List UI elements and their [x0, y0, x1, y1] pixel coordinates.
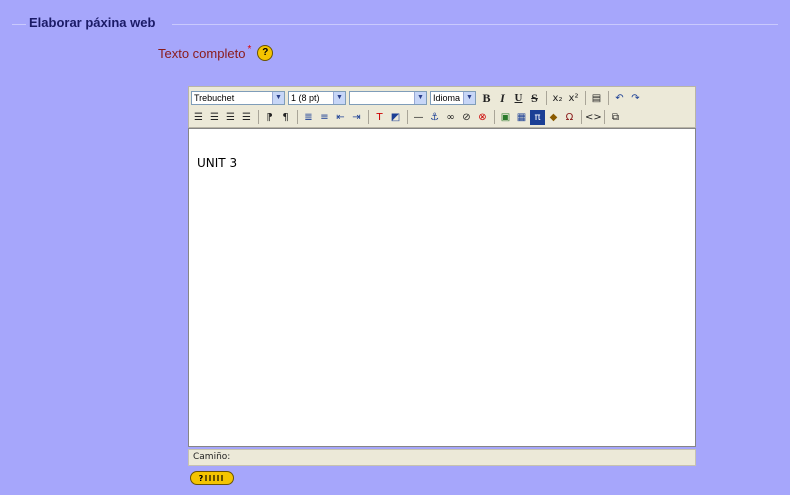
indent-icon[interactable]: ⇥	[349, 110, 364, 125]
keyboard-help-button[interactable]: ?	[190, 471, 234, 485]
clean-word-icon[interactable]: ▤	[589, 91, 604, 106]
insert-table-icon[interactable]: ▦	[514, 110, 529, 125]
align-left-icon[interactable]: ☰	[191, 110, 206, 125]
no-link-icon[interactable]: ⊗	[475, 110, 490, 125]
redo-icon[interactable]: ↷	[628, 91, 643, 106]
strikethrough-button[interactable]: S	[527, 91, 542, 106]
ltr-icon[interactable]: ⁋	[262, 110, 277, 125]
format-select[interactable]: ▼	[349, 91, 427, 105]
field-label-row: Texto completo * ?	[158, 43, 274, 61]
fieldset-border-left	[12, 24, 26, 25]
insert-image-icon[interactable]: ▣	[498, 110, 513, 125]
required-marker: *	[247, 43, 252, 55]
chevron-down-icon: ▼	[463, 92, 475, 104]
rtl-icon[interactable]: ¶	[278, 110, 293, 125]
toolbar-row-1: Trebuchet ▼ 1 (8 pt) ▼ ▼ Idioma ▼ B I U	[191, 89, 644, 107]
underline-button[interactable]: U	[511, 91, 526, 106]
toolbar-separator	[258, 110, 259, 124]
ordered-list-icon[interactable]: ≣	[301, 110, 316, 125]
editor-statusbar: Camiño:	[188, 449, 696, 466]
language-value: Idioma	[433, 93, 461, 103]
editor-toolbar: Trebuchet ▼ 1 (8 pt) ▼ ▼ Idioma ▼ B I U	[188, 86, 696, 128]
text-color-icon[interactable]: T	[372, 110, 387, 125]
toolbar-separator	[368, 110, 369, 124]
align-center-icon[interactable]: ☰	[207, 110, 222, 125]
insert-math-icon[interactable]: π	[530, 109, 545, 125]
language-select[interactable]: Idioma ▼	[430, 91, 476, 105]
editor-content-area[interactable]: UNIT 3	[188, 128, 696, 447]
font-family-value: Trebuchet	[194, 93, 235, 103]
fullscreen-icon[interactable]: ⧉	[608, 110, 623, 125]
form-page: Elaborar páxina web Texto completo * ? T…	[0, 0, 790, 495]
anchor-icon[interactable]: ⚓	[427, 110, 442, 125]
chevron-down-icon: ▼	[272, 92, 284, 104]
toolbar-row-2: ☰ ☰ ☰ ☰ ⁋ ¶ ≣ ≡ ⇤ ⇥ T ◩ — ⚓ ∞ ⊘ ⊗ ▣ ▦ π …	[191, 108, 624, 126]
toolbar-separator	[608, 91, 609, 105]
keyboard-help-symbol: ?	[198, 473, 204, 483]
fieldset-border-right	[172, 24, 778, 25]
html-editor: Trebuchet ▼ 1 (8 pt) ▼ ▼ Idioma ▼ B I U	[188, 86, 696, 466]
toolbar-separator	[604, 110, 605, 124]
subscript-icon[interactable]: x₂	[550, 91, 565, 106]
toolbar-separator	[585, 91, 586, 105]
superscript-icon[interactable]: x²	[566, 91, 581, 106]
align-justify-icon[interactable]: ☰	[239, 110, 254, 125]
toolbar-separator	[581, 110, 582, 124]
fieldset-legend: Elaborar páxina web	[26, 15, 159, 30]
font-size-value: 1 (8 pt)	[291, 93, 320, 103]
font-size-select[interactable]: 1 (8 pt) ▼	[288, 91, 346, 105]
background-color-icon[interactable]: ◩	[388, 110, 403, 125]
toolbar-separator	[546, 91, 547, 105]
toolbar-separator	[494, 110, 495, 124]
chevron-down-icon: ▼	[333, 92, 345, 104]
italic-button[interactable]: I	[495, 91, 510, 106]
chevron-down-icon: ▼	[414, 92, 426, 104]
toolbar-separator	[407, 110, 408, 124]
outdent-icon[interactable]: ⇤	[333, 110, 348, 125]
bold-button[interactable]: B	[479, 91, 494, 106]
special-character-icon[interactable]: Ω	[562, 110, 577, 125]
unordered-list-icon[interactable]: ≡	[317, 110, 332, 125]
html-source-icon[interactable]: <>	[585, 110, 602, 125]
toolbar-separator	[297, 110, 298, 124]
undo-icon[interactable]: ↶	[612, 91, 627, 106]
font-family-select[interactable]: Trebuchet ▼	[191, 91, 285, 105]
path-label: Camiño:	[193, 452, 231, 462]
insert-smiley-icon[interactable]: ◆	[546, 110, 561, 125]
unlink-icon[interactable]: ⊘	[459, 110, 474, 125]
link-icon[interactable]: ∞	[443, 110, 458, 125]
editor-text[interactable]: UNIT 3	[197, 156, 237, 170]
help-icon[interactable]: ?	[257, 45, 274, 61]
field-label: Texto completo	[158, 45, 246, 61]
keyboard-icon	[205, 475, 226, 481]
align-right-icon[interactable]: ☰	[223, 110, 238, 125]
horizontal-rule-icon[interactable]: —	[411, 110, 426, 125]
